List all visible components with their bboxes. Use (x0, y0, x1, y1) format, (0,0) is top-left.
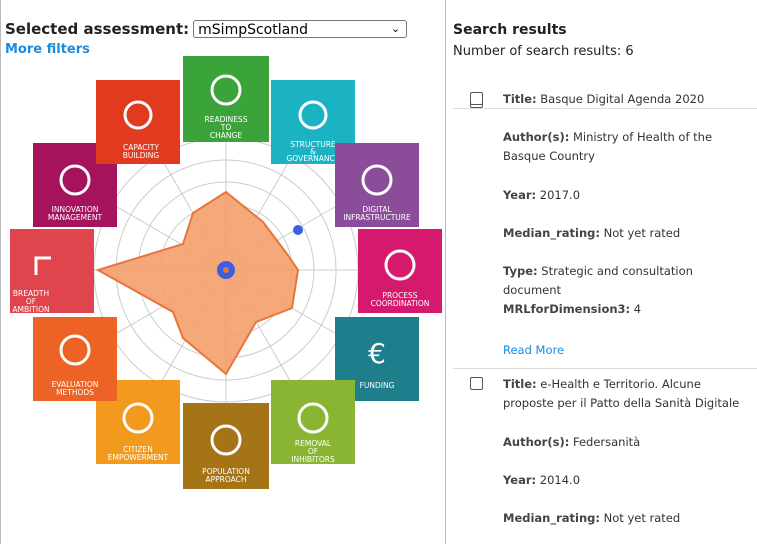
result-author-field: Author(s): Ministry of Health of the Bas… (503, 130, 713, 163)
dimension-tile-population-approach[interactable]: POPULATIONAPPROACH (183, 403, 269, 489)
svg-text:INFRASTRUCTURE: INFRASTRUCTURE (343, 213, 411, 222)
result-year-field: Year: 2017.0 (503, 188, 581, 202)
dimension-tile-process-coordination[interactable]: PROCESSCOORDINATION (358, 229, 442, 313)
assessment-panel: Selected assessment: mSimpScotland ⌄ Mor… (0, 0, 446, 544)
result-rating-field: Median_rating: Not yet rated (503, 511, 681, 525)
dimension-tile-digital-infrastructure[interactable]: DIGITALINFRASTRUCTURE (335, 143, 419, 227)
svg-text:BUILDING: BUILDING (123, 151, 160, 160)
svg-text:MANAGEMENT: MANAGEMENT (48, 213, 103, 222)
result-title-field: Title: e-Health e Territorio. Alcune pro… (503, 377, 740, 410)
result-year-field: Year: 2014.0 (503, 473, 581, 487)
svg-text:AMBITION: AMBITION (12, 305, 49, 314)
result-rating-field: Median_rating: Not yet rated (503, 226, 681, 240)
svg-text:APPROACH: APPROACH (205, 475, 246, 484)
dimension-tile-evaluation-methods[interactable]: EVALUATIONMETHODS (33, 317, 117, 401)
dimension-tile-readiness-to-change[interactable]: READINESSTOCHANGE (183, 56, 269, 142)
dimension-tile-removal-of-inhibitors[interactable]: REMOVALOFINHIBITORS (271, 380, 355, 464)
chevron-down-icon: ⌄ (390, 22, 401, 35)
assessment-select[interactable]: mSimpScotland ⌄ (193, 20, 408, 38)
result-mrl-field: MRLforDimension3: 4 (503, 302, 642, 316)
result-type-field: Type: Strategic and consultation documen… (503, 264, 693, 297)
euro-icon: € (368, 337, 386, 370)
read-more-link[interactable]: Read More (503, 343, 564, 357)
search-results-title: Search results (453, 22, 567, 38)
svg-text:GOVERNANCE: GOVERNANCE (287, 154, 340, 163)
svg-text:INHIBITORS: INHIBITORS (291, 455, 335, 464)
svg-text:CHANGE: CHANGE (210, 131, 242, 140)
result-title-field: Title: Basque Digital Agenda 2020 (503, 92, 705, 106)
assessment-select-value: mSimpScotland (198, 22, 308, 38)
selected-assessment-label: Selected assessment: (5, 20, 190, 38)
result-author-field: Author(s): Federsanità (503, 435, 641, 449)
search-results-count: Number of search results: 6 (453, 44, 634, 59)
data-point-marker (293, 225, 303, 235)
svg-text:EMPOWERMENT: EMPOWERMENT (108, 453, 169, 462)
dimension-tile-breadth-of-ambition[interactable]: BREADTHOFAMBITION (10, 229, 94, 314)
maturity-radar-wheel: READINESSTOCHANGE STRUCTURE&GOVERNANCE D… (10, 56, 442, 489)
search-results-panel: Search results Number of search results:… (447, 0, 757, 544)
assessment-selector-row: Selected assessment: mSimpScotland ⌄ (5, 20, 408, 38)
svg-text:METHODS: METHODS (56, 388, 94, 397)
result-checkbox[interactable] (470, 377, 483, 390)
dimension-tile-capacity-building[interactable]: CAPACITYBUILDING (96, 80, 180, 164)
svg-text:FUNDING: FUNDING (360, 381, 395, 390)
result-checkbox[interactable] (470, 92, 483, 105)
center-dot (223, 267, 229, 273)
svg-text:COORDINATION: COORDINATION (371, 299, 430, 308)
